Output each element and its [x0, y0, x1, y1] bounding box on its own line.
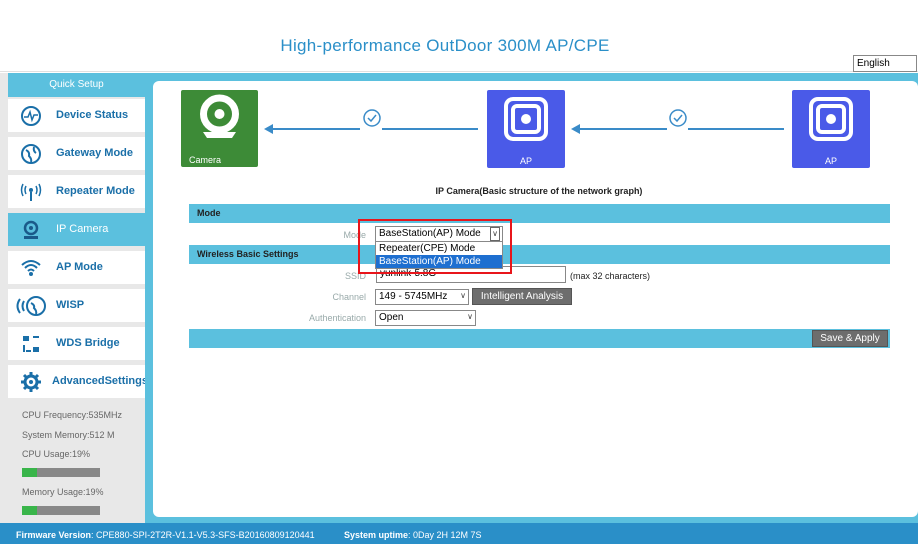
sidebar-item-label: AdvancedSettings [52, 375, 148, 387]
sidebar-item-label: IP Camera [56, 223, 109, 235]
node-label: Camera [189, 155, 222, 165]
section-title: Wireless Basic Settings [197, 249, 299, 259]
sidebar-item-label: AP Mode [56, 261, 103, 273]
wifi-icon [20, 258, 42, 278]
memory-usage-fill [22, 506, 37, 515]
diagram-caption: IP Camera(Basic structure of the network… [435, 186, 643, 196]
memory-usage-bar [22, 506, 100, 515]
app-title: High-performance OutDoor 300M AP/CPE [280, 36, 610, 55]
gear-icon [20, 372, 42, 392]
check-circle-icon [669, 109, 687, 127]
language-select[interactable]: English [853, 55, 917, 72]
signal-tower-icon [20, 182, 42, 202]
arrow-head [571, 124, 580, 134]
sidebar-item-label: Repeater Mode [56, 185, 135, 197]
section-title: Mode [197, 208, 221, 218]
link-arrow [579, 128, 667, 130]
chevron-down-icon: ∨ [467, 312, 473, 321]
sidebar-item-device-status[interactable]: Device Status [8, 99, 145, 133]
ssid-hint: (max 32 characters) [570, 271, 651, 281]
memory-usage-label: Memory Usage:19% [22, 487, 104, 497]
footer: Firmware Version: CPE880-SPI-2T2R-V1.1-V… [0, 523, 918, 544]
ssid-label: SSID [344, 271, 366, 281]
uptime-value: : 0Day 2H 12M 7S [408, 530, 482, 540]
sidebar-item-wisp[interactable]: WISP [8, 289, 145, 323]
channel-select[interactable]: 149 - 5745MHz ∨ [375, 289, 469, 305]
chevron-down-icon: ∨ [460, 291, 466, 300]
cpu-frequency: CPU Frequency:535MHz [22, 410, 123, 420]
firmware-version: Firmware Version: CPE880-SPI-2T2R-V1.1-V… [16, 530, 315, 540]
sidebar-item-label: Device Status [56, 109, 129, 121]
node-label: AP [519, 156, 532, 166]
system-memory: System Memory:512 M [22, 430, 115, 440]
globe-icon [20, 144, 42, 164]
ap-node: AP [487, 90, 565, 168]
channel-label: Channel [332, 292, 366, 302]
wireless-section-header: Wireless Basic Settings [189, 245, 890, 264]
authentication-select[interactable]: Open ∨ [375, 310, 476, 326]
firmware-label: Firmware Version [16, 530, 92, 540]
cpu-usage-fill [22, 468, 37, 477]
mode-section-header: Mode [189, 204, 890, 223]
arrow-head [264, 124, 273, 134]
camera-icon [200, 94, 239, 138]
link-arrow [382, 128, 478, 130]
node-label: AP [824, 156, 837, 166]
link-arrow [272, 128, 360, 130]
sidebar-item-label: Gateway Mode [56, 147, 134, 159]
authentication-select-value: Open [379, 312, 404, 323]
ap-icon [809, 97, 853, 141]
intelligent-analysis-button[interactable]: Intelligent Analysis [472, 288, 572, 305]
save-apply-button[interactable]: Save & Apply [812, 330, 888, 347]
sidebar-item-label: WISP [56, 299, 85, 311]
camera-icon [20, 220, 42, 240]
camera-node: Camera [181, 90, 258, 167]
ap-node: AP [792, 90, 870, 168]
sidebar-item-gateway-mode[interactable]: Gateway Mode [8, 137, 145, 171]
sidebar-item-label: WDS Bridge [56, 337, 120, 349]
action-bar [189, 329, 890, 348]
system-uptime: System uptime: 0Day 2H 12M 7S [344, 530, 482, 540]
ap-icon [504, 97, 548, 141]
sidebar-item-ip-camera[interactable]: IP Camera [8, 213, 145, 247]
cpu-usage-label: CPU Usage:19% [22, 449, 91, 459]
sidebar-item-repeater-mode[interactable]: Repeater Mode [8, 175, 145, 209]
authentication-label: Authentication [308, 313, 366, 323]
sidebar-item-ap-mode[interactable]: AP Mode [8, 251, 145, 285]
check-circle-icon [363, 109, 381, 127]
link-arrow [688, 128, 784, 130]
pulse-icon [20, 106, 42, 126]
cpu-usage-bar [22, 468, 100, 477]
highlight-box [358, 219, 512, 274]
sidebar: Quick Setup Device Status Gateway Mode R… [0, 73, 148, 523]
firmware-value: : CPE880-SPI-2T2R-V1.1-V5.3-SFS-B2016080… [91, 530, 315, 540]
quick-setup-header: Quick Setup [8, 73, 145, 97]
wds-icon [20, 334, 42, 354]
header: High-performance OutDoor 300M AP/CPE Eng… [0, 0, 918, 72]
sidebar-item-wds-bridge[interactable]: WDS Bridge [8, 327, 145, 361]
uptime-label: System uptime [344, 530, 409, 540]
channel-select-value: 149 - 5745MHz [379, 291, 448, 302]
sidebar-item-advanced-settings[interactable]: AdvancedSettings [8, 365, 148, 399]
wisp-icon [14, 296, 48, 316]
mode-label: Mode [343, 230, 366, 240]
